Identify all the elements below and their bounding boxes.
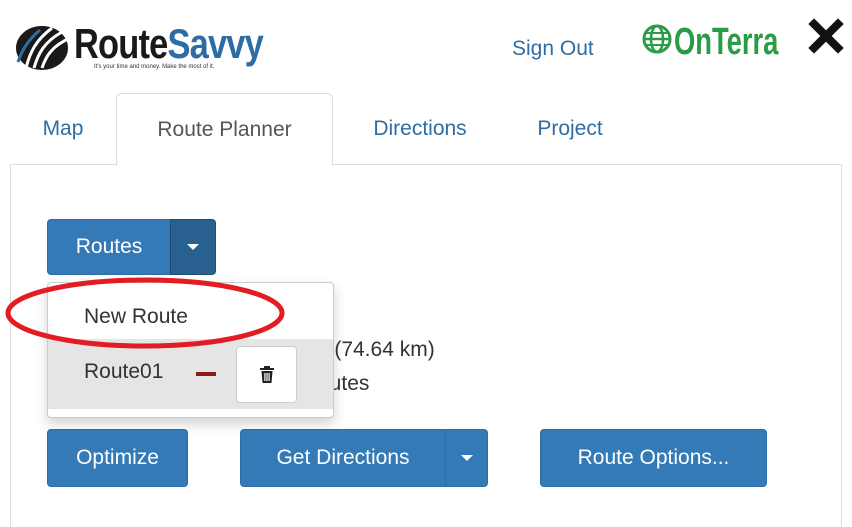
main-tabs: Map Route Planner Directions Project [10,93,842,166]
globe-icon [642,24,672,54]
route-distance-text: s (74.64 km) [318,338,435,361]
routesavvy-wordmark: RouteSavvy [74,20,264,67]
trash-icon [259,365,274,383]
logo-tagline: It's your time and money. Make the most … [94,64,215,70]
routes-dropdown-menu: New Route Route01 [47,282,334,418]
get-directions-dropdown-toggle[interactable] [445,429,488,487]
new-route-menu-item[interactable]: New Route [48,297,333,337]
route-list-item[interactable]: Route01 [48,339,333,409]
route-options-button[interactable]: Route Options... [540,429,767,487]
caret-down-icon [460,455,473,461]
caret-down-icon [187,244,199,250]
delete-route-button[interactable] [236,346,297,403]
routes-dropdown-toggle[interactable] [170,219,216,275]
sign-out-link[interactable]: Sign Out [512,37,594,61]
tab-route-planner[interactable]: Route Planner [116,93,333,166]
routes-button[interactable]: Routes [47,219,171,275]
tab-project[interactable]: Project [506,93,634,165]
routesavvy-logo: RouteSavvy It's your time and money. Mak… [12,20,272,72]
routesavvy-logo-mark-icon [16,26,71,70]
route-color-swatch [196,372,216,376]
get-directions-button[interactable]: Get Directions [240,429,446,487]
tab-directions[interactable]: Directions [340,93,500,165]
route-name: Route01 [84,360,164,383]
onterra-wordmark: OnTerra [674,21,779,63]
tab-map[interactable]: Map [10,93,116,165]
optimize-button[interactable]: Optimize [47,429,188,487]
close-icon[interactable] [808,18,844,54]
onterra-logo: OnTerra [642,20,792,64]
